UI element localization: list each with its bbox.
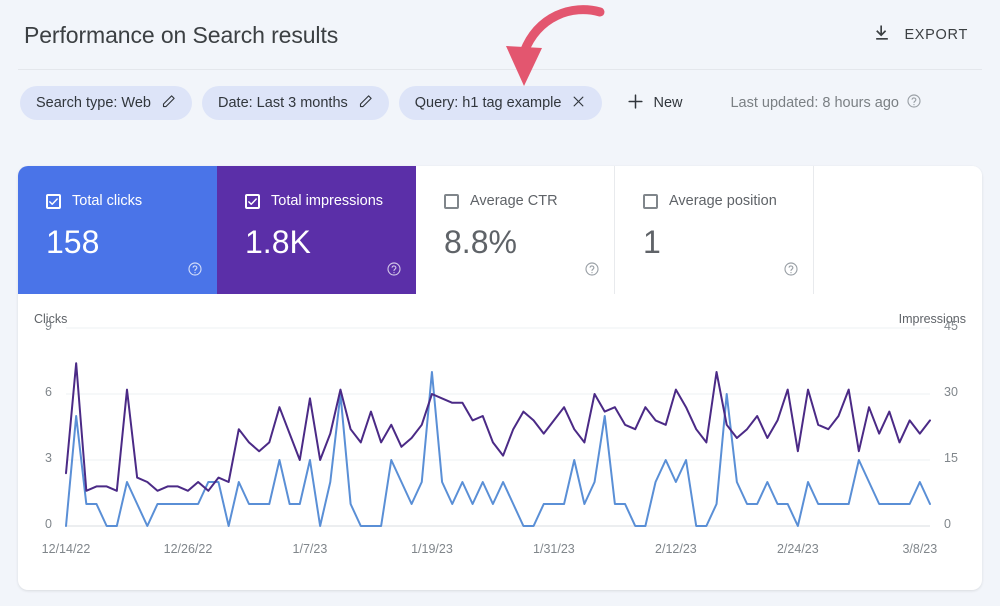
new-filter-label: New [653,95,682,111]
close-icon[interactable] [571,94,586,113]
metric-card-value: 8.8% [444,226,614,258]
chart-left-tick: 9 [18,319,52,333]
filter-chip-query[interactable]: Query: h1 tag example [399,86,603,120]
help-circle-icon[interactable] [386,261,402,282]
chart-left-tick: 0 [18,517,52,531]
chart-canvas [18,294,982,590]
metric-card-total-clicks[interactable]: Total clicks 158 [18,166,217,294]
filter-bar: Search type: Web Date: Last 3 months Que… [0,70,1000,136]
pencil-icon[interactable] [358,94,373,113]
last-updated-label: Last updated: 8 hours ago [730,95,899,111]
checkbox-checked-icon[interactable] [46,194,61,209]
chart-series-impressions [66,363,930,491]
help-circle-icon[interactable] [584,261,600,282]
new-filter-button[interactable]: New [618,86,694,120]
metric-card-value: 158 [46,226,217,258]
checkbox-unchecked-icon[interactable] [444,194,459,209]
performance-panel: Total clicks 158 Total impressions [18,166,982,590]
page-header: Performance on Search results EXPORT [0,0,1000,70]
chart-x-tick: 12/14/22 [42,542,91,556]
filter-chip-search-type[interactable]: Search type: Web [20,86,192,120]
help-circle-icon[interactable] [187,261,203,282]
metric-card-average-position[interactable]: Average position 1 [615,166,814,294]
metric-card-title: Total clicks [72,194,142,209]
plus-icon [626,92,645,115]
chart-left-tick: 3 [18,451,52,465]
metric-card-title: Average CTR [470,194,558,209]
chart-x-tick: 1/19/23 [411,542,453,556]
chart-x-tick: 2/12/23 [655,542,697,556]
metric-card-head: Average CTR [444,194,614,209]
chart-left-tick: 6 [18,385,52,399]
filter-chip-label: Date: Last 3 months [218,96,348,111]
filter-chip-label: Query: h1 tag example [415,96,562,111]
checkbox-unchecked-icon[interactable] [643,194,658,209]
pencil-icon[interactable] [161,94,176,113]
chart-right-tick: 30 [944,385,982,399]
help-circle-icon[interactable] [906,93,922,113]
metric-card-head: Total clicks [46,194,217,209]
chart-right-tick: 15 [944,451,982,465]
chart-x-tick: 1/31/23 [533,542,575,556]
performance-chart: Clicks Impressions 0369 0153045 12/14/22… [18,294,982,590]
checkbox-checked-icon[interactable] [245,194,260,209]
chart-x-tick: 2/24/23 [777,542,819,556]
help-circle-icon[interactable] [783,261,799,282]
metric-card-total-impressions[interactable]: Total impressions 1.8K [217,166,416,294]
chart-x-tick: 12/26/22 [164,542,213,556]
metric-card-title: Average position [669,194,777,209]
filter-chip-label: Search type: Web [36,96,151,111]
chart-x-tick: 3/8/23 [902,542,937,556]
chart-x-tick: 1/7/23 [293,542,328,556]
metric-card-head: Total impressions [245,194,416,209]
last-updated: Last updated: 8 hours ago [730,93,922,113]
metric-cards: Total clicks 158 Total impressions [18,166,982,294]
filter-chip-date[interactable]: Date: Last 3 months [202,86,389,120]
metric-card-head: Average position [643,194,813,209]
export-button[interactable]: EXPORT [864,17,976,54]
page-title: Performance on Search results [24,22,338,49]
metric-card-title: Total impressions [271,194,383,209]
chart-right-tick: 0 [944,517,982,531]
metric-cards-spacer [814,166,982,294]
metric-card-value: 1.8K [245,226,416,258]
chart-right-tick: 45 [944,319,982,333]
download-icon [872,23,892,48]
metric-card-average-ctr[interactable]: Average CTR 8.8% [416,166,615,294]
export-label: EXPORT [904,27,968,43]
metric-card-value: 1 [643,226,813,258]
